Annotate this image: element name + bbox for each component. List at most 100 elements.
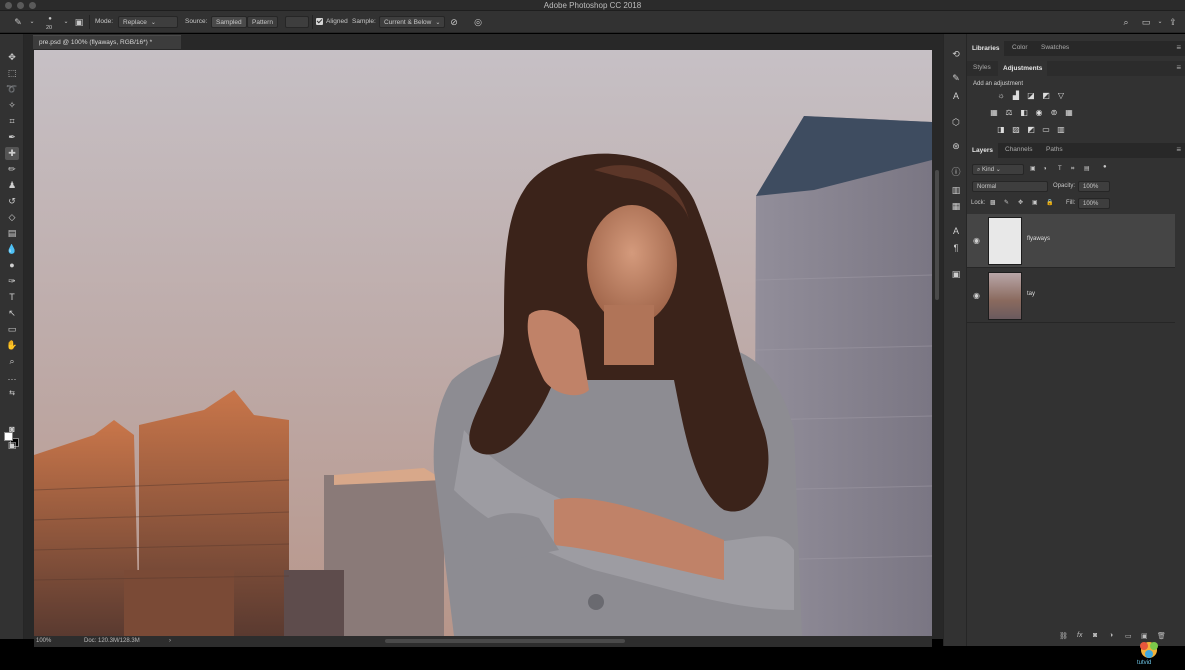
filter-pixel-icon[interactable]: ▣ [1030, 164, 1036, 175]
filter-toggle-icon[interactable]: ● [1103, 162, 1107, 173]
lock-transparent-icon[interactable]: ▩ [990, 198, 996, 209]
document-tab[interactable]: pre.psd @ 100% (flyaways, RGB/16*) * [33, 35, 181, 49]
fill-input[interactable]: 100% [1078, 198, 1110, 209]
curves-icon[interactable]: ◪ [1026, 91, 1036, 100]
search-icon[interactable]: ⌕ [1120, 16, 1132, 28]
levels-icon[interactable]: ▟ [1011, 91, 1021, 100]
blur-tool-icon[interactable]: 💧 [5, 243, 19, 256]
vibrance-icon[interactable]: ▽ [1056, 91, 1066, 100]
clone-stamp-tool-icon[interactable]: ♟ [5, 179, 19, 192]
hue-saturation-icon[interactable]: ▦ [989, 108, 999, 117]
source-pattern-button[interactable]: Pattern [247, 16, 278, 28]
channel-mixer-icon[interactable]: ⊚ [1049, 108, 1059, 117]
properties-icon[interactable]: ▥ [950, 184, 962, 196]
tab-swatches[interactable]: Swatches [1041, 44, 1069, 51]
link-layers-icon[interactable]: ⛓ [1059, 632, 1068, 640]
add-mask-icon[interactable]: ◙ [1093, 632, 1097, 639]
brightness-contrast-icon[interactable]: ☼ [996, 91, 1006, 100]
pattern-picker[interactable]: . [285, 16, 309, 28]
gradient-tool-icon[interactable]: ▤ [5, 227, 19, 240]
status-menu-icon[interactable]: › [169, 636, 171, 647]
pen-tool-icon[interactable]: ✑ [5, 275, 19, 288]
clone-source-icon[interactable]: ⊛ [950, 140, 962, 152]
horizontal-scrollbar[interactable] [385, 639, 625, 643]
new-group-icon[interactable]: ▭ [1125, 632, 1132, 640]
character-panel-icon[interactable]: A [950, 225, 962, 237]
crop-tool-icon[interactable]: ⌗ [5, 115, 19, 128]
lock-all-icon[interactable]: 🔒 [1046, 198, 1053, 209]
tab-paths[interactable]: Paths [1046, 146, 1063, 153]
eye-icon[interactable]: ◉ [973, 291, 980, 300]
marquee-tool-icon[interactable]: ⬚ [5, 67, 19, 80]
mode-select[interactable]: Replace [118, 16, 178, 28]
type-tool-icon[interactable]: T [5, 291, 19, 304]
lock-image-icon[interactable]: ✎ [1004, 198, 1009, 209]
photo-filter-icon[interactable]: ◉ [1034, 108, 1044, 117]
blend-mode-select[interactable]: Normal [972, 181, 1048, 192]
exposure-icon[interactable]: ◩ [1041, 91, 1051, 100]
tab-libraries[interactable]: Libraries [967, 41, 1005, 56]
workspace-icon[interactable]: ▭ [1140, 16, 1152, 28]
layer-row[interactable]: ◉ flyaways [967, 214, 1175, 268]
lock-artboard-icon[interactable]: ▣ [1032, 198, 1038, 209]
healing-brush-tool-icon[interactable]: ✚ [5, 147, 19, 160]
pressure-size-icon[interactable]: ◎ [472, 16, 484, 28]
eraser-tool-icon[interactable]: ◇ [5, 211, 19, 224]
more-tools-icon[interactable]: ··· [5, 373, 19, 386]
healing-brush-tool-preset-icon[interactable]: ✎ [12, 16, 24, 28]
selective-color-icon[interactable]: ▥ [1056, 125, 1066, 134]
layer-name[interactable]: flyaways [1027, 236, 1050, 242]
history-icon[interactable]: ⟲ [950, 48, 962, 60]
paragraph-icon[interactable]: ¶ [950, 242, 962, 254]
notes-icon[interactable]: ▦ [950, 200, 962, 212]
tool-preset-dropdown-icon[interactable]: ⌄ [26, 16, 38, 28]
quick-selection-tool-icon[interactable]: ✧ [5, 99, 19, 112]
eye-icon[interactable]: ◉ [973, 236, 980, 245]
tab-adjustments[interactable]: Adjustments [998, 61, 1048, 76]
eyedropper-tool-icon[interactable]: ✒ [5, 131, 19, 144]
sample-select[interactable]: Current & Below [379, 16, 446, 28]
tab-styles[interactable]: Styles [973, 64, 991, 71]
swap-colors-icon[interactable]: ⇆ [5, 387, 19, 400]
lock-position-icon[interactable]: ✥ [1018, 198, 1023, 209]
posterize-icon[interactable]: ▨ [1011, 125, 1021, 134]
rectangle-tool-icon[interactable]: ▭ [5, 323, 19, 336]
brush-tool-icon[interactable]: ✏ [5, 163, 19, 176]
black-white-icon[interactable]: ◧ [1019, 108, 1029, 117]
tab-color[interactable]: Color [1012, 44, 1028, 51]
path-selection-tool-icon[interactable]: ↖ [5, 307, 19, 320]
opacity-input[interactable]: 100% [1078, 181, 1110, 192]
adjustments-menu-icon[interactable]: ≡ [1176, 63, 1181, 72]
hand-tool-icon[interactable]: ✋ [5, 339, 19, 352]
layer-name[interactable]: tay [1027, 291, 1035, 297]
filter-shape-icon[interactable]: ⌗ [1071, 164, 1074, 175]
tab-channels[interactable]: Channels [1005, 146, 1032, 153]
layer-row[interactable]: ◉ tay [967, 269, 1175, 323]
foreground-color-swatch[interactable] [4, 432, 13, 441]
brush-picker-dropdown-icon[interactable]: ⌄ [60, 16, 72, 28]
layer-filter-select[interactable]: ⌕ Kind ⌄ [972, 164, 1024, 175]
ignore-adjustment-layers-icon[interactable]: ⊘ [448, 16, 460, 28]
layer-comps-icon[interactable]: ▣ [950, 268, 962, 280]
tab-layers[interactable]: Layers [967, 143, 998, 158]
panel-menu-icon[interactable]: ≡ [1176, 43, 1181, 52]
zoom-tool-icon[interactable]: ⌕ [5, 355, 19, 368]
zoom-level[interactable]: 100% [36, 636, 51, 647]
color-balance-icon[interactable]: ⚖ [1004, 108, 1014, 117]
threshold-icon[interactable]: ◩ [1026, 125, 1036, 134]
layers-menu-icon[interactable]: ≡ [1176, 145, 1181, 154]
aligned-checkbox[interactable]: Aligned [316, 16, 348, 28]
filter-adjustment-icon[interactable]: ◑ [1043, 164, 1047, 175]
character-icon[interactable]: A [950, 90, 962, 102]
workspace-dropdown-icon[interactable]: ⌄ [1154, 16, 1166, 28]
new-adjustment-layer-icon[interactable]: ◑ [1109, 632, 1113, 639]
3d-icon[interactable]: ⬡ [950, 116, 962, 128]
history-brush-tool-icon[interactable]: ↺ [5, 195, 19, 208]
info-icon[interactable]: ⓘ [950, 166, 962, 178]
invert-icon[interactable]: ◨ [996, 125, 1006, 134]
source-sampled-button[interactable]: Sampled [211, 16, 247, 28]
document-canvas[interactable] [34, 50, 932, 636]
vertical-scrollbar[interactable] [933, 50, 941, 636]
gradient-map-icon[interactable]: ▭ [1041, 125, 1051, 134]
brush-settings-icon[interactable]: ✎ [950, 72, 962, 84]
